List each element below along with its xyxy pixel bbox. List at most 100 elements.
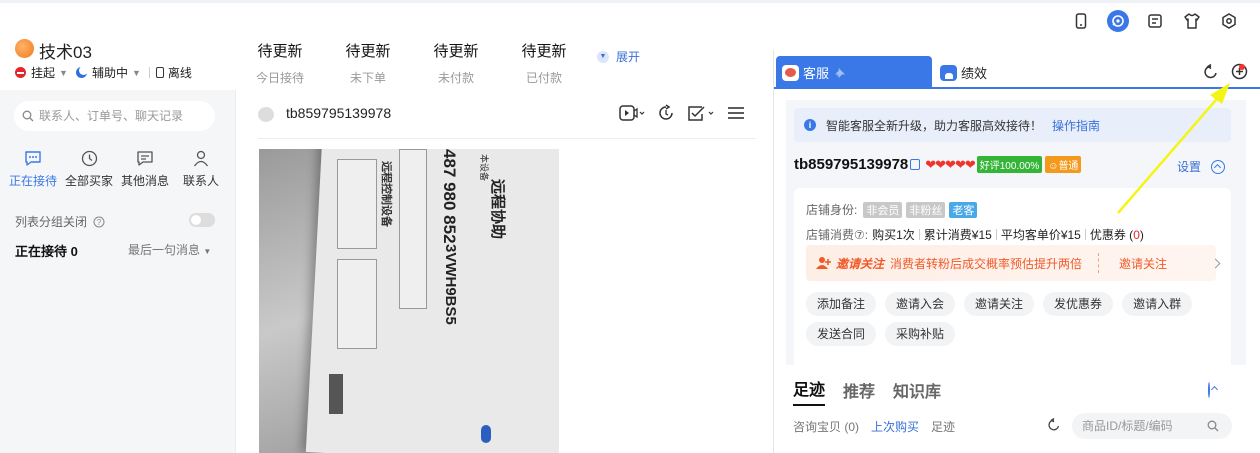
- identity-tag: 老客: [949, 201, 978, 218]
- person-icon: [193, 150, 209, 167]
- refresh-icon[interactable]: [1047, 418, 1061, 432]
- status-offline[interactable]: 离线: [168, 64, 192, 81]
- group-toggle[interactable]: [189, 213, 215, 227]
- phone-icon: [155, 67, 164, 78]
- collapse-icon[interactable]: [1211, 159, 1226, 174]
- chat-toolbar: [619, 104, 757, 122]
- chevron-down-icon[interactable]: ▼: [59, 68, 68, 78]
- stat-value: 待更新: [433, 43, 479, 60]
- settings-icon[interactable]: [1218, 10, 1240, 32]
- group-label: 列表分组关闭: [15, 215, 88, 229]
- caret-down-icon: ▼: [203, 247, 212, 256]
- tab-footprint[interactable]: 足迹: [793, 376, 826, 406]
- product-search-input[interactable]: [1082, 419, 1207, 433]
- suspend-icon: [15, 67, 26, 78]
- photo-code-1: 487 980 852: [440, 149, 459, 244]
- last-purchase[interactable]: 上次购买: [871, 418, 919, 435]
- level-label: 普通: [1058, 161, 1079, 172]
- info-icon: i: [804, 119, 816, 131]
- invite-group-button[interactable]: 邀请入群: [1122, 292, 1193, 316]
- search-input[interactable]: [39, 109, 209, 123]
- photo-code-2: 3VWH9BS5: [442, 244, 459, 325]
- sort-label: 最后一句消息: [128, 243, 201, 257]
- tab-performance[interactable]: 绩效: [940, 56, 987, 89]
- purchase-subsidy-button[interactable]: 采购补贴: [885, 322, 956, 346]
- status-assist[interactable]: 辅助中: [92, 64, 128, 81]
- divider: [258, 138, 756, 139]
- promo-desc: 消费者转粉后成交概率预估提升两倍: [890, 256, 1083, 271]
- chat-panel: tb859795139978 远程协助 487 980 852 3VWH9BS5: [235, 90, 773, 453]
- tab-other-messages[interactable]: 其他消息: [117, 150, 173, 189]
- stat-not-ordered[interactable]: 待更新 未下单: [328, 40, 408, 86]
- search-icon[interactable]: [1207, 420, 1219, 432]
- tab-recommend[interactable]: 推荐: [843, 378, 875, 406]
- tab-contacts[interactable]: 联系人: [173, 150, 229, 189]
- invite-follow-banner[interactable]: 邀请关注 消费者转粉后成交概率预估提升两倍 邀请关注: [806, 245, 1216, 281]
- send-coupon-button[interactable]: 发优惠券: [1043, 292, 1114, 316]
- list-tabs: 正在接待 全部买家 其他消息 联系人: [5, 150, 229, 189]
- status-row: 挂起 ▼ 辅助中 ▼ 离线: [15, 64, 192, 81]
- identity-label: 店铺身份:: [806, 203, 858, 217]
- level-badge: ☺普通: [1045, 156, 1082, 173]
- invite-follow-button[interactable]: 邀请关注: [964, 292, 1035, 316]
- product-search: [1072, 413, 1232, 439]
- stat-value: 待更新: [257, 43, 303, 60]
- stat-paid[interactable]: 待更新 已付款: [504, 40, 584, 86]
- collapse-icon[interactable]: [1208, 382, 1210, 398]
- tab-receiving[interactable]: 正在接待: [5, 150, 61, 189]
- settings-button[interactable]: 设置: [1177, 158, 1226, 175]
- user-name: 技术03: [39, 43, 92, 62]
- buyer-avatar: [258, 107, 274, 122]
- send-contract-button[interactable]: 发送合同: [806, 322, 877, 346]
- note-icon[interactable]: [1144, 10, 1166, 32]
- expand-button[interactable]: ▼ 展开: [597, 48, 640, 65]
- footprint-filter[interactable]: 足迹: [931, 418, 955, 435]
- consume-item: 购买1次: [872, 228, 915, 242]
- add-note-button[interactable]: 添加备注: [806, 292, 877, 316]
- search-icon: [22, 110, 34, 122]
- invite-member-button[interactable]: 邀请入会: [885, 292, 956, 316]
- refresh-icon[interactable]: [1203, 63, 1219, 80]
- service-icon: [782, 64, 799, 81]
- headset-icon[interactable]: [1107, 10, 1129, 32]
- app-window: 技术03 挂起 ▼ 辅助中 ▼ 离线 待更新 今日接待 待更新 未下单 待更新 …: [0, 0, 1260, 453]
- consult-items[interactable]: 咨询宝贝 (0): [793, 418, 859, 435]
- tab-service[interactable]: 客服: [776, 56, 932, 89]
- tab-all-buyers[interactable]: 全部买家: [61, 150, 117, 189]
- tab-label: 正在接待: [8, 174, 57, 188]
- stat-label: 已付款: [525, 71, 562, 85]
- photo-label-1: 本设备: [479, 154, 489, 182]
- customer-header: tb859795139978 ❤❤❤❤❤ 好评100.00% ☺普通: [794, 156, 1231, 173]
- coupon-count: 0: [1133, 227, 1140, 242]
- chevron-down-icon: ▼: [597, 50, 609, 63]
- sort-last-message[interactable]: 最后一句消息 ▼: [128, 241, 211, 258]
- avatar[interactable]: [15, 39, 34, 58]
- menu-icon[interactable]: [727, 105, 745, 121]
- divider: [148, 67, 150, 78]
- copy-icon[interactable]: [910, 159, 921, 170]
- video-icon[interactable]: [619, 104, 645, 122]
- chevron-down-icon[interactable]: ▼: [132, 68, 141, 78]
- divider: [1098, 253, 1100, 273]
- phone-icon[interactable]: [1070, 10, 1092, 32]
- shirt-icon[interactable]: [1181, 10, 1203, 32]
- check-task-icon[interactable]: [687, 104, 715, 122]
- stat-not-paid[interactable]: 待更新 未付款: [416, 40, 496, 86]
- top-toolbar: [1070, 10, 1255, 32]
- divider: [918, 229, 920, 240]
- settings-label: 设置: [1177, 160, 1202, 174]
- photo-button: [329, 374, 343, 414]
- status-suspend[interactable]: 挂起: [31, 64, 55, 81]
- promo-title: 邀请关注: [836, 256, 885, 271]
- pin-icon[interactable]: [835, 67, 846, 78]
- tab-knowledge[interactable]: 知识库: [893, 378, 941, 406]
- stat-today-received[interactable]: 待更新 今日接待: [240, 40, 320, 86]
- chat-image[interactable]: 远程协助 487 980 852 3VWH9BS5 本设备 远程控制设备: [259, 149, 559, 453]
- shop-identity-row: 店铺身份: 非会员 非粉丝 老客: [806, 201, 978, 218]
- guide-link[interactable]: 操作指南: [1052, 117, 1100, 134]
- help-icon[interactable]: ?: [93, 216, 105, 228]
- rating-badge: 好评100.00%: [976, 156, 1043, 173]
- invite-follow-link[interactable]: 邀请关注: [1119, 255, 1167, 272]
- stat-label: 未付款: [437, 71, 474, 85]
- transfer-icon[interactable]: [657, 104, 675, 122]
